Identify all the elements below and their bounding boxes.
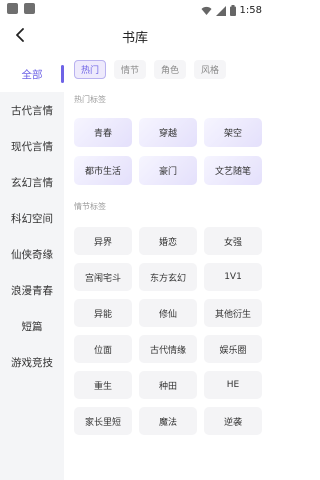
tag-chip[interactable]: 娱乐圈 (204, 335, 262, 363)
tag-panel: 热门 情节 角色 风格 热门标签 青春 穿越 架空 都市生活 豪门 文艺随笔 情… (64, 56, 270, 480)
tag-chip[interactable]: 逆袭 (204, 407, 262, 435)
tag-chip[interactable]: 家长里短 (74, 407, 132, 435)
sidebar-item-fantasy-romance[interactable]: 玄幻言情 (0, 164, 64, 200)
tag-type-tabs: 热门 情节 角色 风格 (74, 60, 227, 79)
tag-chip[interactable]: 其他衍生 (204, 299, 262, 327)
plot-tags-grid: 异界 婚恋 女强 宫闱宅斗 东方玄幻 1V1 异能 修仙 其他衍生 位面 古代情… (74, 227, 262, 435)
tag-chip[interactable]: 文艺随笔 (204, 156, 262, 185)
sidebar-item-xianxia[interactable]: 仙侠奇缘 (0, 236, 64, 272)
wifi-icon (201, 1, 212, 20)
clock: 1:58 (239, 4, 262, 16)
sidebar-item-label: 现代言情 (11, 140, 53, 153)
sidebar-item-youth[interactable]: 浪漫青春 (0, 272, 64, 308)
tag-chip[interactable]: 异能 (74, 299, 132, 327)
sidebar-item-label: 游戏竞技 (11, 356, 53, 369)
category-sidebar: 全部 古代言情 现代言情 玄幻言情 科幻空间 仙侠奇缘 浪漫青春 短篇 游戏竞技 (0, 56, 64, 480)
sidebar-item-ancient-romance[interactable]: 古代言情 (0, 92, 64, 128)
tag-chip[interactable]: 架空 (204, 118, 262, 147)
tag-chip[interactable]: 古代情缘 (139, 335, 197, 363)
hot-tags-heading: 热门标签 (74, 95, 106, 104)
tag-chip[interactable]: 宫闱宅斗 (74, 263, 132, 291)
tag-chip[interactable]: HE (204, 371, 262, 399)
plot-tags-heading: 情节标签 (74, 202, 106, 211)
tag-chip[interactable]: 都市生活 (74, 156, 132, 185)
sidebar-item-label: 全部 (21, 68, 43, 81)
sidebar-item-short-story[interactable]: 短篇 (0, 308, 64, 344)
sidebar-item-label: 玄幻言情 (11, 176, 53, 189)
tag-chip[interactable]: 东方玄幻 (139, 263, 197, 291)
tab-hot[interactable]: 热门 (74, 60, 107, 79)
sidebar-item-modern-romance[interactable]: 现代言情 (0, 128, 64, 164)
sidebar-item-label: 浪漫青春 (11, 284, 53, 297)
tag-chip[interactable]: 异界 (74, 227, 132, 255)
header: 书库 (0, 20, 270, 54)
tag-chip[interactable]: 位面 (74, 335, 132, 363)
tag-chip[interactable]: 婚恋 (139, 227, 197, 255)
signal-icon (215, 1, 226, 20)
tag-chip[interactable]: 魔法 (139, 407, 197, 435)
tag-chip[interactable]: 豪门 (139, 156, 197, 185)
tab-role[interactable]: 角色 (154, 60, 187, 79)
tab-plot[interactable]: 情节 (114, 60, 147, 79)
battery-icon (229, 1, 236, 20)
notification-icon (24, 3, 35, 14)
hot-tags-grid: 青春 穿越 架空 都市生活 豪门 文艺随笔 (74, 118, 262, 185)
tag-chip[interactable]: 种田 (139, 371, 197, 399)
sidebar-item-gaming[interactable]: 游戏竞技 (0, 344, 64, 380)
tag-chip[interactable]: 女强 (204, 227, 262, 255)
notification-icon (7, 3, 18, 14)
sidebar-item-scifi-space[interactable]: 科幻空间 (0, 200, 64, 236)
status-bar: 1:58 (0, 0, 270, 20)
tag-chip[interactable]: 重生 (74, 371, 132, 399)
sidebar-item-all[interactable]: 全部 (0, 56, 64, 92)
sidebar-item-label: 仙侠奇缘 (11, 248, 53, 261)
tag-chip[interactable]: 修仙 (139, 299, 197, 327)
tag-chip[interactable]: 1V1 (204, 263, 262, 291)
page-title: 书库 (121, 31, 148, 46)
sidebar-item-label: 古代言情 (11, 104, 53, 117)
sidebar-item-label: 科幻空间 (11, 212, 53, 225)
sidebar-item-label: 短篇 (21, 320, 43, 333)
tag-chip[interactable]: 穿越 (139, 118, 197, 147)
tab-style[interactable]: 风格 (194, 60, 227, 79)
tag-chip[interactable]: 青春 (74, 118, 132, 147)
